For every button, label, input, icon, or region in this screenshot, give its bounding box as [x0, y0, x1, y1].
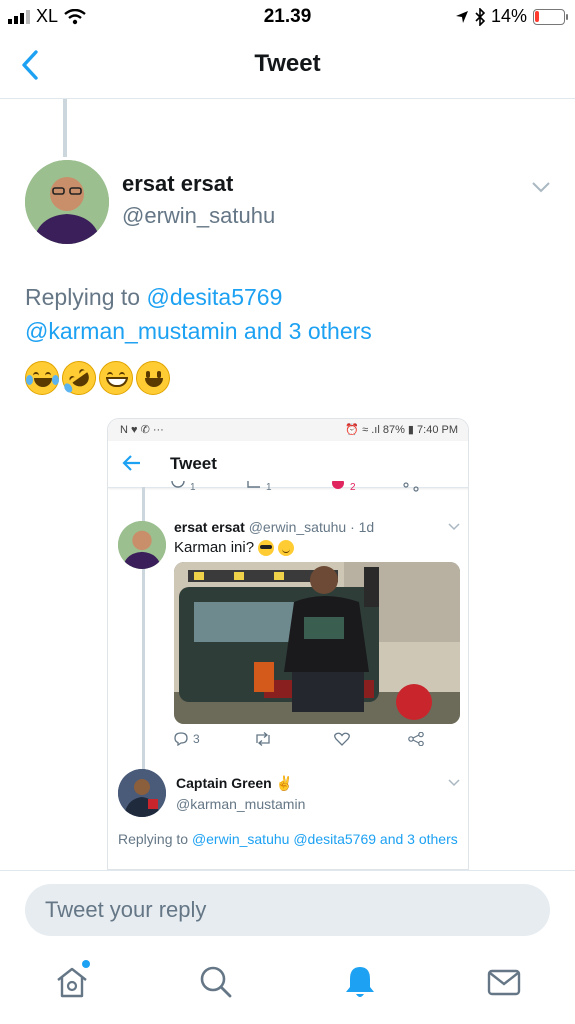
- thread-line: [63, 99, 67, 157]
- reply-author-handle: @karman_mustamin: [176, 796, 306, 812]
- embedded-status-left: N ♥ ✆ ···: [120, 424, 164, 436]
- mention-link[interactable]: @karman_mustamin: [25, 318, 238, 344]
- embedded-author-name: ersat ersat: [174, 519, 245, 535]
- chevron-down-icon: [448, 779, 460, 787]
- captain-green-avatar: [118, 769, 166, 817]
- battery-percent: 14%: [490, 6, 527, 26]
- replying-prefix: Replying to: [25, 284, 147, 310]
- embedded-replying-prefix: Replying to: [118, 831, 192, 847]
- avatar-image: [118, 521, 166, 569]
- bell-icon: [346, 967, 374, 997]
- emoji-row: [25, 354, 170, 402]
- reply-count: 3: [193, 732, 200, 746]
- avatar-image: [25, 160, 109, 244]
- tab-bar: [0, 946, 575, 1024]
- bluetooth-icon: [475, 7, 485, 26]
- like-action: [334, 732, 350, 746]
- retweet-action: [254, 732, 272, 746]
- embedded-handle-time: @erwin_satuhu · 1d: [248, 519, 375, 535]
- tab-notifications[interactable]: [340, 962, 380, 1002]
- author-handle[interactable]: @erwin_satuhu: [122, 203, 275, 229]
- replying-to-line-1: Replying to @desita5769: [25, 284, 282, 311]
- others-link[interactable]: and 3 others: [238, 318, 372, 344]
- prev-likes: 2: [350, 482, 356, 493]
- avatar-image: [118, 769, 166, 817]
- prev-replies: 1: [190, 482, 196, 493]
- envelope-icon: [487, 969, 521, 996]
- author-name[interactable]: ersat ersat: [122, 171, 233, 197]
- embedded-tweet-actions: 3: [174, 732, 454, 750]
- battery-level: [535, 10, 539, 22]
- grin-emoji-icon: [99, 361, 133, 395]
- embedded-author-avatar: [118, 521, 166, 569]
- chevron-down-icon: [448, 523, 460, 531]
- tweet-photo: [174, 562, 460, 724]
- sunglasses-emoji-icon: [258, 539, 275, 556]
- search-icon: [200, 966, 232, 998]
- slight-smile-emoji-icon: [278, 539, 295, 556]
- reply-action: 3: [174, 732, 200, 746]
- heart-icon: [334, 732, 350, 746]
- retweet-icon: [256, 732, 270, 746]
- notification-dot: [82, 960, 90, 968]
- tab-messages[interactable]: [484, 962, 524, 1002]
- nav-header: Tweet: [0, 34, 575, 99]
- joy-emoji-icon: [25, 361, 59, 395]
- embedded-text: Karman ini?: [174, 539, 255, 556]
- previous-tweet-actions: 1 1 2: [168, 481, 428, 495]
- rofl-emoji-icon: [55, 354, 103, 402]
- embedded-status-right: ⏰ ≈ .ıl 87% ▮ 7:40 PM: [345, 424, 458, 436]
- share-icon: [408, 732, 424, 746]
- home-icon: [57, 967, 87, 998]
- photo-jeep-man: [174, 562, 460, 724]
- author-avatar[interactable]: [25, 160, 109, 244]
- location-icon: [455, 10, 468, 23]
- embedded-replying-handles: @erwin_satuhu @desita5769 and 3 others: [191, 831, 458, 847]
- reply-bar: Tweet your reply: [0, 870, 575, 947]
- page-title: Tweet: [254, 50, 321, 77]
- tab-search[interactable]: [196, 962, 236, 1002]
- mention-link[interactable]: @desita5769: [146, 284, 282, 310]
- embedded-replying-to: Replying to @erwin_satuhu @desita5769 an…: [118, 829, 458, 849]
- action-icons-cut: 1 1 2: [171, 481, 419, 493]
- battery-icon: [533, 8, 568, 25]
- embedded-title: Tweet: [170, 454, 217, 473]
- reply-author-name: Captain Green ✌: [176, 775, 294, 791]
- embedded-screenshot[interactable]: N ♥ ✆ ··· ⏰ ≈ .ıl 87% ▮ 7:40 PM Tweet 1 …: [107, 418, 469, 870]
- tab-home[interactable]: [52, 960, 92, 1002]
- grinning-emoji-icon: [136, 361, 170, 395]
- embedded-status-bar: N ♥ ✆ ··· ⏰ ≈ .ıl 87% ▮ 7:40 PM: [108, 419, 468, 441]
- status-bar: XL 21.39 14%: [0, 0, 575, 34]
- share-action: [408, 732, 424, 746]
- replying-to-line-2: @karman_mustamin and 3 others: [25, 318, 372, 345]
- chevron-down-icon[interactable]: [531, 180, 551, 194]
- embedded-tweet-meta: ersat ersat @erwin_satuhu · 1d: [174, 519, 374, 535]
- prev-retweets: 1: [266, 482, 272, 493]
- embedded-tweet-text: Karman ini?: [174, 539, 295, 556]
- back-arrow-icon: [122, 455, 140, 471]
- reply-icon: [174, 732, 188, 746]
- reply-input[interactable]: Tweet your reply: [25, 884, 550, 936]
- status-right: 14%: [455, 6, 568, 27]
